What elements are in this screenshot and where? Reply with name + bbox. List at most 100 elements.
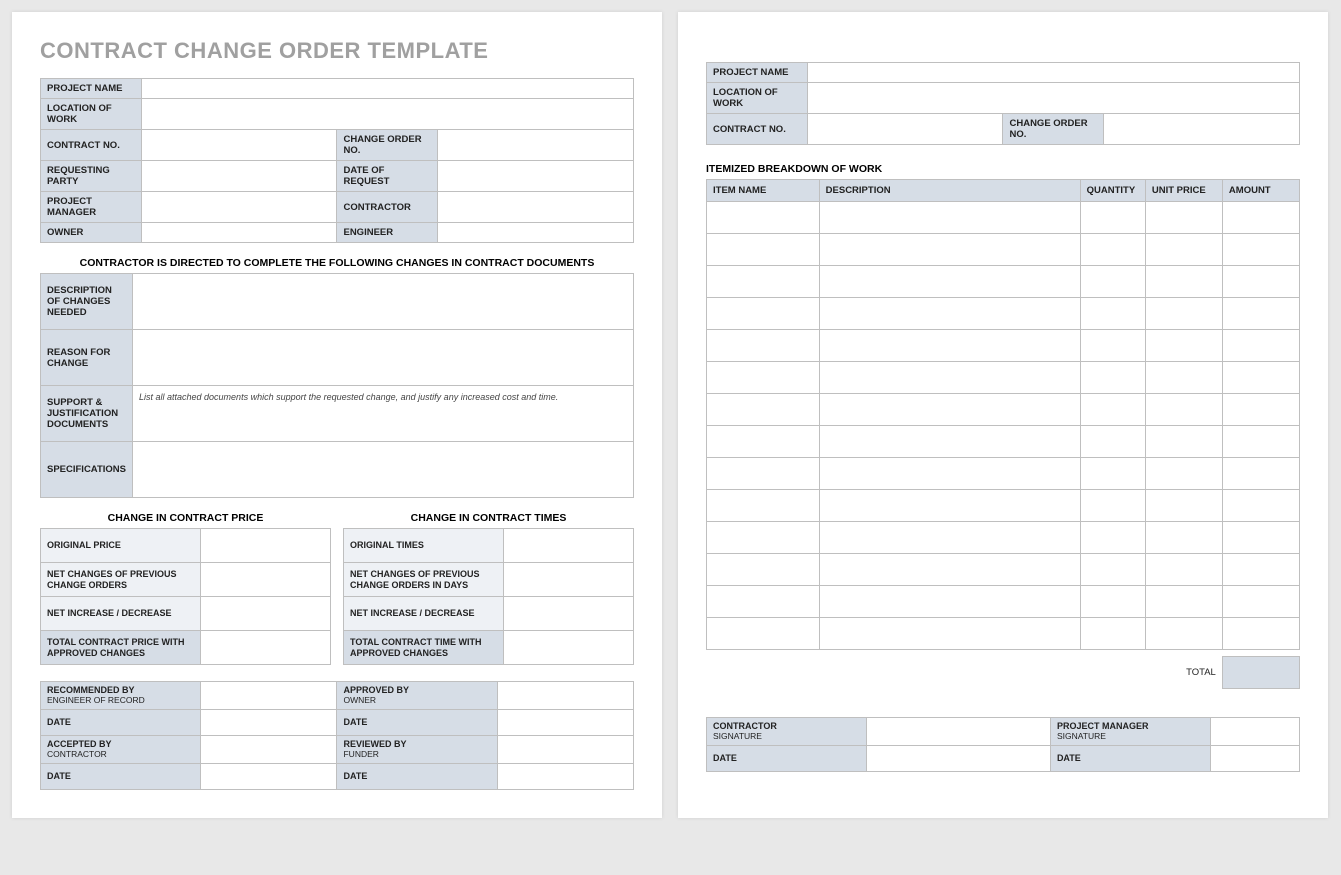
accepted-date-value[interactable] xyxy=(201,764,337,790)
contractor-date-value[interactable] xyxy=(867,746,1051,772)
engineer-label: ENGINEER xyxy=(337,223,438,243)
net-inc-price-label: NET INCREASE / DECREASE xyxy=(41,597,201,631)
item-row[interactable] xyxy=(707,298,1300,330)
reviewed-date-label: DATE xyxy=(337,764,497,790)
engineer-value[interactable] xyxy=(438,223,634,243)
owner-label: OWNER xyxy=(41,223,142,243)
item-row[interactable] xyxy=(707,394,1300,426)
approved-by-label: APPROVED BYOWNER xyxy=(337,682,497,710)
reviewed-by-value[interactable] xyxy=(497,736,633,764)
item-row[interactable] xyxy=(707,234,1300,266)
pm-sig-label: PROJECT MANAGERSIGNATURE xyxy=(1050,718,1210,746)
specifications-label: SPECIFICATIONS xyxy=(41,442,133,498)
project-manager-value[interactable] xyxy=(141,192,337,223)
item-row[interactable] xyxy=(707,362,1300,394)
approved-date-value[interactable] xyxy=(497,710,633,736)
owner-value[interactable] xyxy=(141,223,337,243)
col-description: DESCRIPTION xyxy=(819,180,1080,202)
project-info-table: PROJECT NAME LOCATION OF WORK CONTRACT N… xyxy=(40,78,634,243)
item-row[interactable] xyxy=(707,426,1300,458)
item-row[interactable] xyxy=(707,554,1300,586)
accepted-by-value[interactable] xyxy=(201,736,337,764)
contractor-date-label: DATE xyxy=(707,746,867,772)
original-price-label: ORIGINAL PRICE xyxy=(41,529,201,563)
original-price-value[interactable] xyxy=(200,529,331,563)
col-unit-price: UNIT PRICE xyxy=(1145,180,1222,202)
project-name-label-2: PROJECT NAME xyxy=(707,63,808,83)
date-of-request-value[interactable] xyxy=(438,161,634,192)
approved-date-label: DATE xyxy=(337,710,497,736)
accepted-date-label: DATE xyxy=(41,764,201,790)
pm-sig-value[interactable] xyxy=(1211,718,1300,746)
reason-change-value[interactable] xyxy=(133,330,634,386)
item-row[interactable] xyxy=(707,618,1300,650)
total-value[interactable] xyxy=(1222,657,1299,689)
description-changes-value[interactable] xyxy=(133,274,634,330)
project-name-value[interactable] xyxy=(141,79,633,99)
pm-date-value[interactable] xyxy=(1211,746,1300,772)
description-changes-label: DESCRIPTION OF CHANGES NEEDED xyxy=(41,274,133,330)
contractor-sig-value[interactable] xyxy=(867,718,1051,746)
reviewed-date-value[interactable] xyxy=(497,764,633,790)
location-label: LOCATION OF WORK xyxy=(41,99,142,130)
item-row[interactable] xyxy=(707,202,1300,234)
recommended-date-value[interactable] xyxy=(201,710,337,736)
price-table: ORIGINAL PRICE NET CHANGES OF PREVIOUS C… xyxy=(40,528,331,665)
total-times-label: TOTAL CONTRACT TIME WITH APPROVED CHANGE… xyxy=(344,631,504,665)
original-times-value[interactable] xyxy=(503,529,634,563)
net-inc-times-label: NET INCREASE / DECREASE xyxy=(344,597,504,631)
approved-by-value[interactable] xyxy=(497,682,633,710)
project-name-value-2[interactable] xyxy=(807,63,1299,83)
net-prev-price-value[interactable] xyxy=(200,563,331,597)
contract-no-value-2[interactable] xyxy=(807,114,1003,145)
support-hint: List all attached documents which suppor… xyxy=(139,392,558,402)
signatures-table-1: RECOMMENDED BYENGINEER OF RECORD APPROVE… xyxy=(40,681,634,790)
recommended-by-value[interactable] xyxy=(201,682,337,710)
net-inc-price-value[interactable] xyxy=(200,597,331,631)
requesting-party-label: REQUESTING PARTY xyxy=(41,161,142,192)
col-item-name: ITEM NAME xyxy=(707,180,820,202)
location-value[interactable] xyxy=(141,99,633,130)
change-order-no-value[interactable] xyxy=(438,130,634,161)
contract-no-label-2: CONTRACT NO. xyxy=(707,114,808,145)
contract-no-label: CONTRACT NO. xyxy=(41,130,142,161)
pm-date-label: DATE xyxy=(1050,746,1210,772)
support-docs-value[interactable]: List all attached documents which suppor… xyxy=(133,386,634,442)
changes-heading: CONTRACTOR IS DIRECTED TO COMPLETE THE F… xyxy=(40,257,634,269)
total-times-value[interactable] xyxy=(503,631,634,665)
total-row-table: TOTAL xyxy=(706,656,1300,689)
item-row[interactable] xyxy=(707,490,1300,522)
support-docs-label: SUPPORT & JUSTIFICATION DOCUMENTS xyxy=(41,386,133,442)
net-prev-times-value[interactable] xyxy=(503,563,634,597)
page-2: PROJECT NAME LOCATION OF WORK CONTRACT N… xyxy=(678,12,1328,818)
contractor-value[interactable] xyxy=(438,192,634,223)
contractor-label: CONTRACTOR xyxy=(337,192,438,223)
item-row[interactable] xyxy=(707,330,1300,362)
change-order-no-value-2[interactable] xyxy=(1104,114,1300,145)
net-prev-price-label: NET CHANGES OF PREVIOUS CHANGE ORDERS xyxy=(41,563,201,597)
item-row[interactable] xyxy=(707,266,1300,298)
location-value-2[interactable] xyxy=(807,83,1299,114)
specifications-value[interactable] xyxy=(133,442,634,498)
change-order-no-label: CHANGE ORDER NO. xyxy=(337,130,438,161)
project-manager-label: PROJECT MANAGER xyxy=(41,192,142,223)
project-info-table-2: PROJECT NAME LOCATION OF WORK CONTRACT N… xyxy=(706,62,1300,145)
price-heading: CHANGE IN CONTRACT PRICE xyxy=(40,512,331,524)
times-table: ORIGINAL TIMES NET CHANGES OF PREVIOUS C… xyxy=(343,528,634,665)
changes-table: DESCRIPTION OF CHANGES NEEDED REASON FOR… xyxy=(40,273,634,498)
recommended-by-label: RECOMMENDED BYENGINEER OF RECORD xyxy=(41,682,201,710)
page-1: CONTRACT CHANGE ORDER TEMPLATE PROJECT N… xyxy=(12,12,662,818)
contract-no-value[interactable] xyxy=(141,130,337,161)
net-inc-times-value[interactable] xyxy=(503,597,634,631)
times-heading: CHANGE IN CONTRACT TIMES xyxy=(343,512,634,524)
recommended-date-label: DATE xyxy=(41,710,201,736)
item-row[interactable] xyxy=(707,458,1300,490)
total-price-value[interactable] xyxy=(200,631,331,665)
item-row[interactable] xyxy=(707,522,1300,554)
document-title: CONTRACT CHANGE ORDER TEMPLATE xyxy=(40,38,634,64)
accepted-by-label: ACCEPTED BYCONTRACTOR xyxy=(41,736,201,764)
requesting-party-value[interactable] xyxy=(141,161,337,192)
item-row[interactable] xyxy=(707,586,1300,618)
total-label: TOTAL xyxy=(1145,657,1222,689)
itemized-table: ITEM NAME DESCRIPTION QUANTITY UNIT PRIC… xyxy=(706,179,1300,650)
